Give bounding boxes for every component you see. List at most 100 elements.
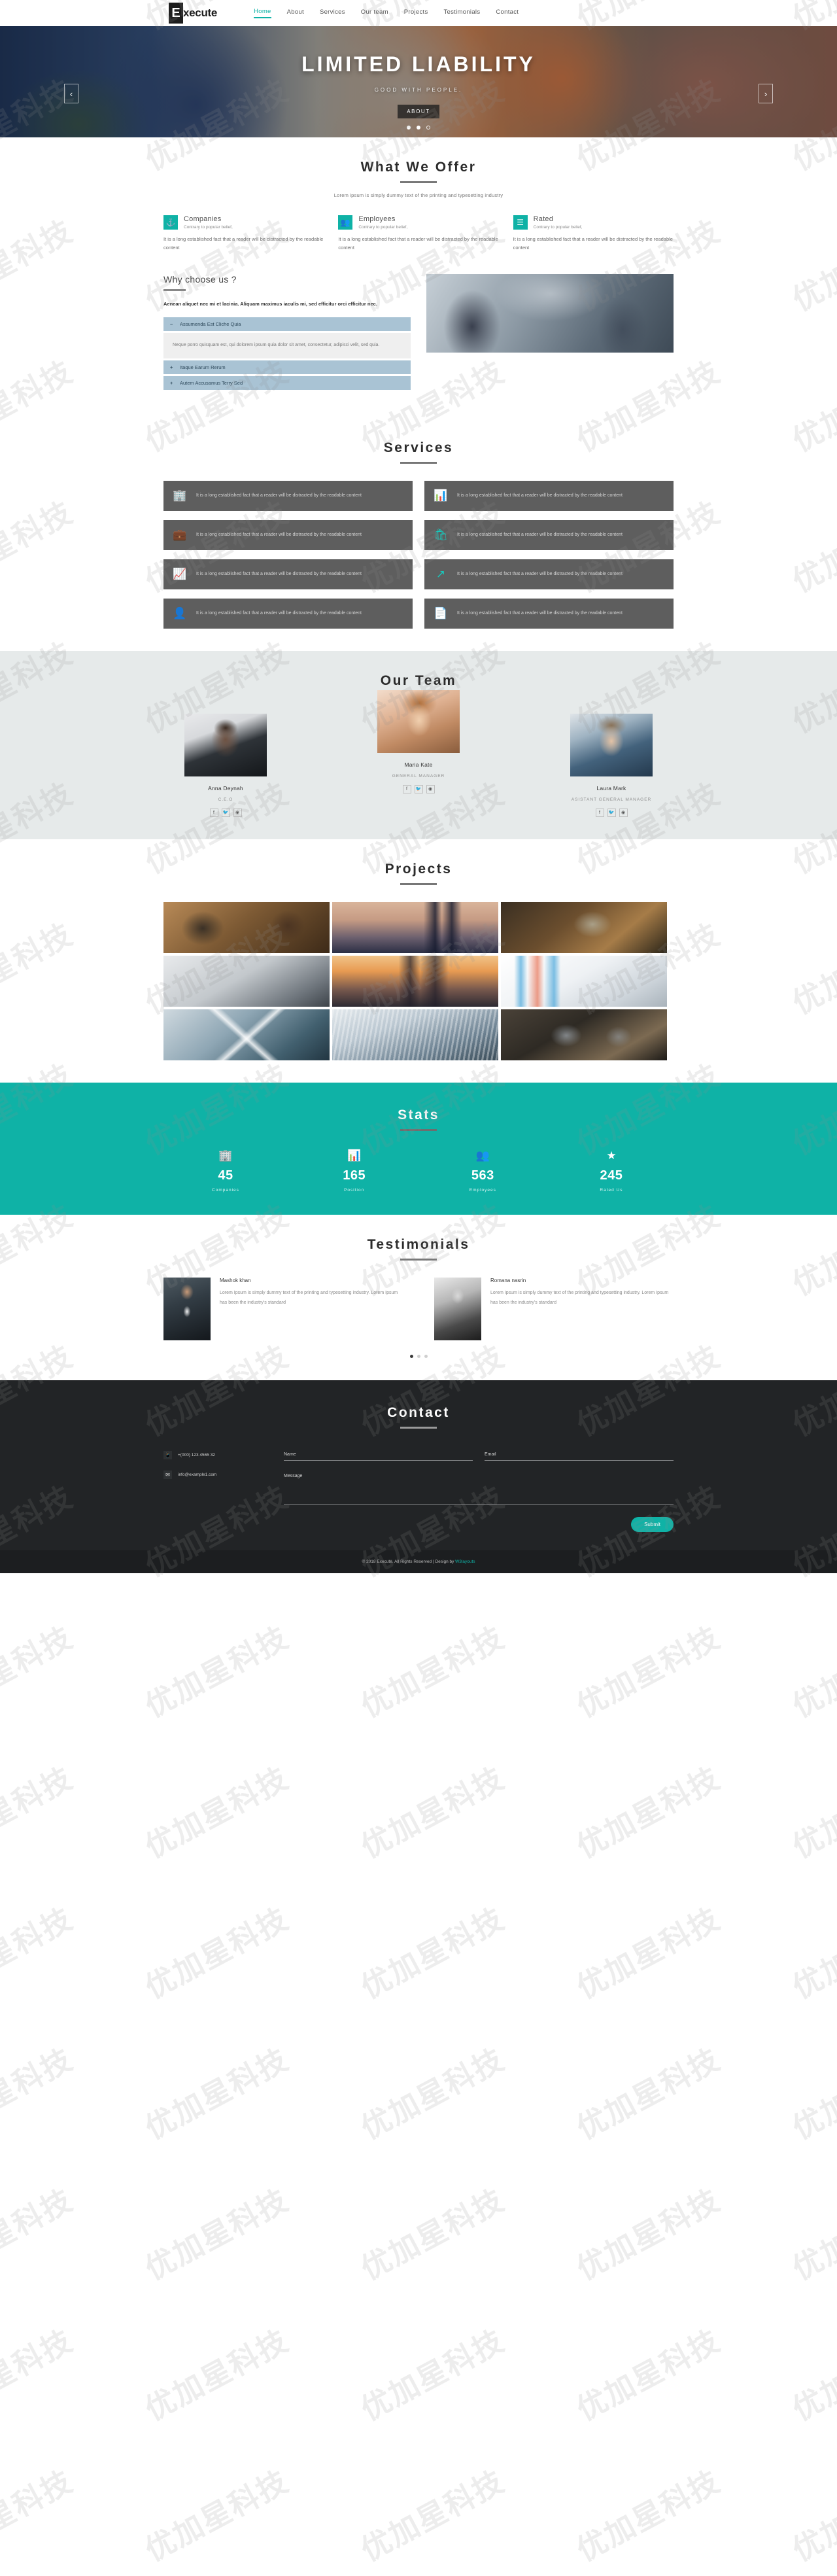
project-thumbnail[interactable] (163, 1009, 330, 1060)
accordion-plus-icon: + (170, 364, 173, 370)
watermark-text: 优加星科技 (0, 2182, 79, 2287)
offer-card-body: It is a long established fact that a rea… (163, 236, 324, 251)
nav-item-home[interactable]: Home (254, 8, 271, 18)
project-thumbnail[interactable] (163, 955, 330, 1007)
watermark-text: 优加星科技 (570, 2182, 726, 2287)
carousel-dot-2[interactable] (417, 126, 420, 130)
bar-chart-icon: 📊 (347, 1149, 362, 1162)
projects-title-rule (400, 882, 437, 885)
watermark-text: 优加星科技 (354, 1900, 511, 2006)
submit-button[interactable]: Submit (631, 1516, 674, 1532)
hero-about-button[interactable]: ABOUT (398, 105, 439, 118)
service-card[interactable]: 💼 It is a long established fact that a r… (163, 519, 413, 550)
star-icon: ★ (606, 1149, 617, 1162)
project-thumbnail[interactable] (501, 901, 667, 953)
hero-content: LIMITED LIABILITY GOOD WITH PEOPLE. ABOU… (0, 26, 837, 137)
watermark-text: 优加星科技 (786, 1900, 837, 2006)
stat-item: 📊 165 Position (292, 1149, 417, 1192)
message-input[interactable] (284, 1473, 674, 1505)
stats-title: Stats (398, 1107, 439, 1123)
external-link-icon: ↗ (436, 567, 446, 580)
watermark-text: 优加星科技 (0, 2463, 79, 2568)
offer-card-body: It is a long established fact that a rea… (513, 236, 673, 251)
project-thumbnail[interactable] (332, 901, 498, 953)
service-card[interactable]: 📊 It is a long established fact that a r… (424, 480, 674, 511)
carousel-prev-icon[interactable]: ‹ (64, 84, 78, 103)
accordion-header-3[interactable]: + Autem Accusamus Terry Sed (163, 375, 411, 390)
page-root: E xecute Home About Services Our team Pr… (0, 0, 837, 2568)
offer-cards: ⚓ Companies Contrary to popular belief, … (163, 215, 674, 252)
offer-card: ☰ Rated Contrary to popular belief, It i… (513, 215, 674, 252)
project-thumbnail[interactable] (332, 1009, 498, 1060)
testimonials-section: Testimonials Mashok khan Lorem Ipsum is … (0, 1215, 837, 1380)
testimonials-grid: Mashok khan Lorem Ipsum is simply dummy … (163, 1277, 674, 1340)
project-thumbnail[interactable] (501, 955, 667, 1007)
facebook-icon[interactable]: f (209, 808, 218, 817)
carousel-dot-1[interactable] (407, 126, 411, 130)
nav-item-projects[interactable]: Projects (404, 9, 428, 18)
accordion-minus-icon: − (170, 321, 173, 327)
service-card[interactable]: 📈 It is a long established fact that a r… (163, 559, 413, 589)
project-thumbnail[interactable] (501, 1009, 667, 1060)
testimonial-dot-2[interactable] (417, 1354, 420, 1358)
nav-item-our-team[interactable]: Our team (361, 9, 388, 18)
service-card[interactable]: ↗ It is a long established fact that a r… (424, 559, 674, 589)
facebook-icon[interactable]: f (402, 784, 411, 793)
name-input[interactable] (284, 1452, 473, 1461)
service-card[interactable]: 🏢 It is a long established fact that a r… (163, 480, 413, 511)
services-grid: 🏢 It is a long established fact that a r… (163, 480, 674, 629)
project-thumbnail[interactable] (163, 901, 330, 953)
contact-title: Contact (387, 1404, 450, 1420)
dribbble-icon[interactable]: ◉ (233, 808, 242, 817)
team-member: Anna Deynah C.E.O f 🐦 ◉ (163, 713, 288, 817)
document-icon: 📄 (434, 606, 448, 619)
watermark-text: 优加星科技 (354, 2463, 511, 2568)
accordion-header-2[interactable]: + Itaque Earum Rerum (163, 360, 411, 374)
nav-item-testimonials[interactable]: Testimonials (444, 9, 481, 18)
stat-item: ★ 245 Rated Us (549, 1149, 674, 1192)
contact-title-rule (400, 1426, 437, 1429)
email-field-wrap (485, 1447, 674, 1461)
project-thumbnail[interactable] (332, 955, 498, 1007)
testimonial-item: Romana nasrin Lorem Ipsum is simply dumm… (434, 1277, 674, 1340)
testimonial-dot-3[interactable] (424, 1354, 428, 1358)
testimonial-dot-1[interactable] (409, 1354, 413, 1358)
service-card-text: It is a long established fact that a rea… (196, 532, 362, 537)
nav-item-about[interactable]: About (287, 9, 304, 18)
why-title: Why choose us ? (163, 274, 237, 285)
carousel-dots (0, 126, 837, 130)
carousel-dot-3[interactable] (426, 126, 430, 130)
footer-design-link[interactable]: W3layouts (455, 1559, 475, 1564)
navbar: E xecute Home About Services Our team Pr… (0, 0, 837, 26)
contact-form: Submit (284, 1447, 674, 1532)
twitter-icon[interactable]: 🐦 (221, 808, 230, 817)
dribbble-icon[interactable]: ◉ (619, 808, 628, 817)
nav-item-services[interactable]: Services (320, 9, 345, 18)
stat-value: 45 (218, 1168, 233, 1183)
watermark-text: 优加星科技 (139, 2322, 295, 2428)
accordion-plus-icon: + (170, 379, 173, 386)
testimonial-body: Lorem Ipsum is simply dummy text of the … (490, 1290, 669, 1305)
nav-item-contact[interactable]: Contact (496, 9, 519, 18)
accordion-header-1[interactable]: − Assumenda Est Cliche Quia (163, 317, 411, 331)
team-member-role: ASISTANT GENERAL MANAGER (571, 797, 652, 802)
clipboard-list-icon: ☰ (513, 215, 528, 230)
stats-title-rule (400, 1128, 437, 1131)
primary-nav: Home About Services Our team Projects Te… (254, 0, 519, 26)
team-grid: Anna Deynah C.E.O f 🐦 ◉ Maria Kate GENER… (163, 689, 674, 817)
site-logo[interactable]: E xecute (169, 0, 217, 26)
email-input[interactable] (485, 1452, 674, 1461)
carousel-next-icon[interactable]: › (759, 84, 773, 103)
service-card[interactable]: 👤 It is a long established fact that a r… (163, 598, 413, 629)
service-card[interactable]: 📄 It is a long established fact that a r… (424, 598, 674, 629)
service-card[interactable]: 🛍 It is a long established fact that a r… (424, 519, 674, 550)
facebook-icon[interactable]: f (595, 808, 604, 817)
watermark-text: 优加星科技 (570, 2463, 726, 2568)
watermark-text: 优加星科技 (139, 2041, 295, 2146)
stat-item: 👥 563 Employees (420, 1149, 545, 1192)
dribbble-icon[interactable]: ◉ (426, 784, 435, 793)
twitter-icon[interactable]: 🐦 (414, 784, 423, 793)
message-field-wrap (284, 1473, 674, 1508)
twitter-icon[interactable]: 🐦 (607, 808, 616, 817)
offer-card: 👥 Employees Contrary to popular belief, … (338, 215, 498, 252)
